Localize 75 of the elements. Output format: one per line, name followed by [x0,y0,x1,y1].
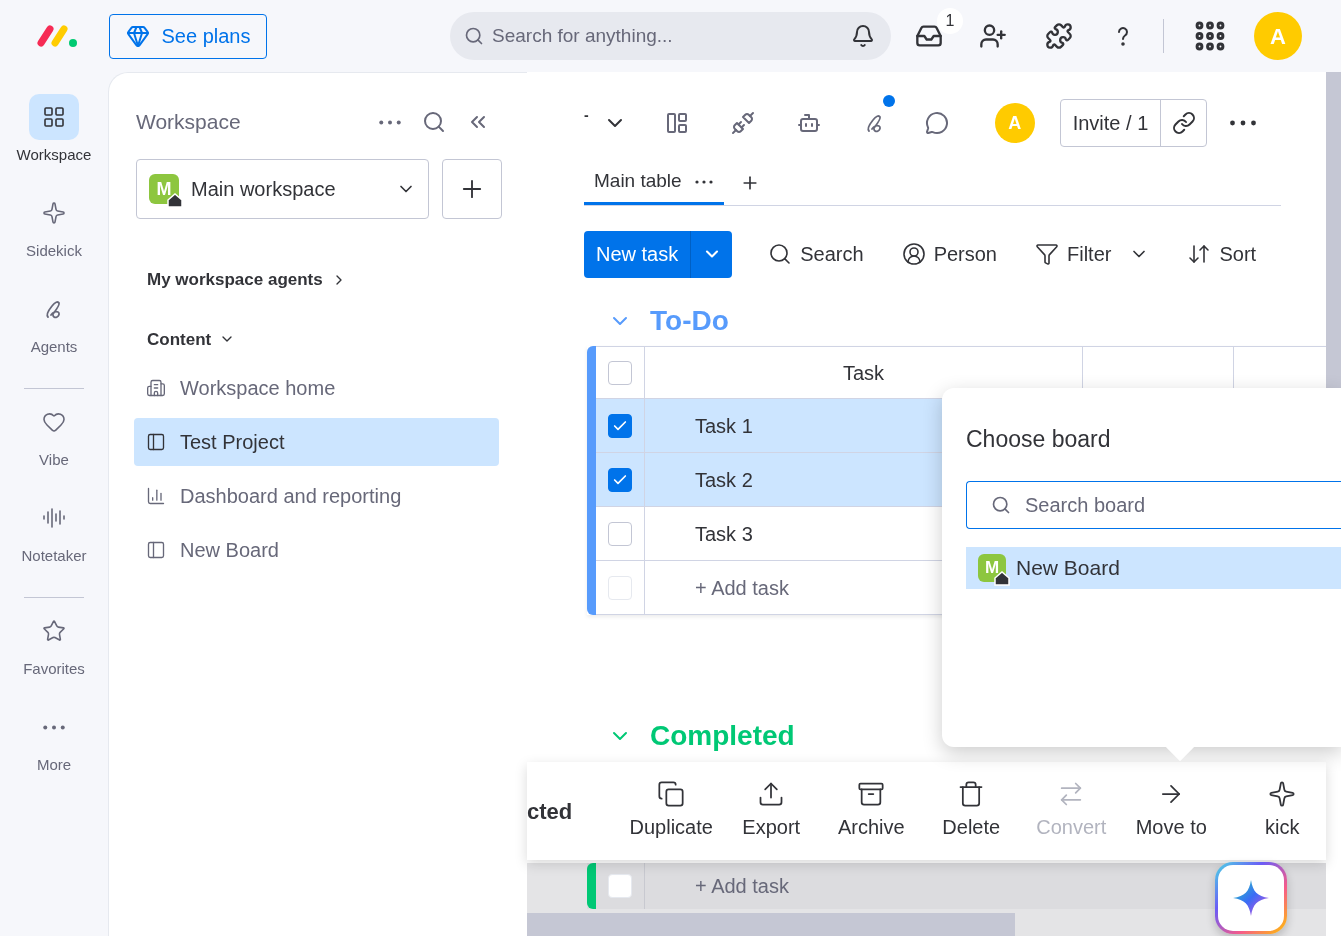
diamond-icon [125,24,150,48]
copy-icon [657,780,686,808]
sort-icon [1187,242,1212,266]
grid-icon [42,105,66,129]
add-task-button[interactable]: + Add task [645,863,789,909]
filter-icon [1035,242,1059,266]
rail-item[interactable]: Sidekick [26,188,82,284]
toolbar-button[interactable]: Search [768,239,864,269]
sidebar-item[interactable]: New Board [134,526,499,574]
action-button[interactable]: kick [1252,780,1313,842]
bell-icon[interactable] [851,24,875,48]
scrollbar[interactable] [527,913,1015,936]
board-option[interactable]: M New Board [966,546,1341,589]
link-icon [1171,111,1196,135]
search-icon [464,26,484,46]
board-icon [146,432,166,452]
heart-icon [42,410,66,434]
toolbar-button[interactable]: Person [901,239,997,269]
sparkle-icon [42,201,66,225]
chart-icon [146,486,166,506]
more-icon[interactable] [693,179,714,184]
rail-item[interactable]: Agents [29,284,79,380]
action-button[interactable]: Move to [1121,780,1222,842]
sidekick-button[interactable] [1215,862,1287,934]
building-icon [146,378,166,398]
rail-item[interactable]: Vibe [29,397,79,493]
person-icon [901,242,926,266]
rail-item[interactable]: Workspace [16,92,92,188]
inbox-badge: 1 [937,8,963,34]
search-input[interactable]: Search for anything... [492,21,843,51]
content-section-toggle[interactable]: Content [147,326,236,352]
selection-label: cted [527,797,573,826]
star-icon [42,619,66,643]
puzzle-icon[interactable] [1045,22,1073,50]
panel-title: Workspace [136,109,242,136]
checkbox[interactable] [608,521,632,546]
toolbar-button[interactable]: Filter [1035,239,1112,269]
board-icon [146,540,166,560]
sidebar-item[interactable]: Test Project [134,418,499,466]
action-button[interactable]: Duplicate [621,780,722,842]
more-icon [42,724,66,730]
board-title[interactable]: - [584,104,589,126]
rail-item[interactable]: More [29,702,79,798]
see-plans-button[interactable]: See plans [109,13,267,59]
robot-icon[interactable] [796,111,821,135]
sidebar-item[interactable]: Dashboard and reporting [134,472,499,520]
search-icon [768,242,793,266]
rail-item[interactable]: Notetaker [21,493,87,589]
comment-icon[interactable] [924,111,949,135]
toolbar-button[interactable]: Sort [1187,239,1257,269]
sidebar-item[interactable]: Workspace home [134,364,499,412]
more-icon[interactable] [1229,120,1258,126]
audio-wave-icon [42,506,66,530]
action-button[interactable]: Export [721,780,822,842]
action-button[interactable]: Delete [921,780,1022,842]
search-board-field[interactable]: Search board [966,480,1341,529]
archive-icon [857,780,886,808]
action-button[interactable]: Archive [821,780,922,842]
sparkle-icon [1268,780,1297,808]
rail-item[interactable]: Favorites [23,606,85,702]
unplug-icon[interactable] [730,111,755,135]
add-person-icon[interactable] [979,22,1007,50]
checkbox[interactable] [608,413,632,438]
agents-link[interactable]: My workspace agents [147,267,347,293]
search-bar[interactable]: Search for anything... [450,12,891,60]
workspace-dropdown[interactable]: M Main workspace [136,159,430,219]
sparkle-icon [1233,880,1269,916]
search-icon [991,494,1011,515]
view-tab[interactable]: Main table [584,161,724,205]
checkbox[interactable] [608,360,632,385]
search-icon[interactable] [422,110,446,134]
checkbox[interactable] [608,467,632,492]
more-icon[interactable] [378,119,402,125]
logo-icon[interactable] [36,24,80,48]
panel-icon[interactable] [664,111,689,135]
